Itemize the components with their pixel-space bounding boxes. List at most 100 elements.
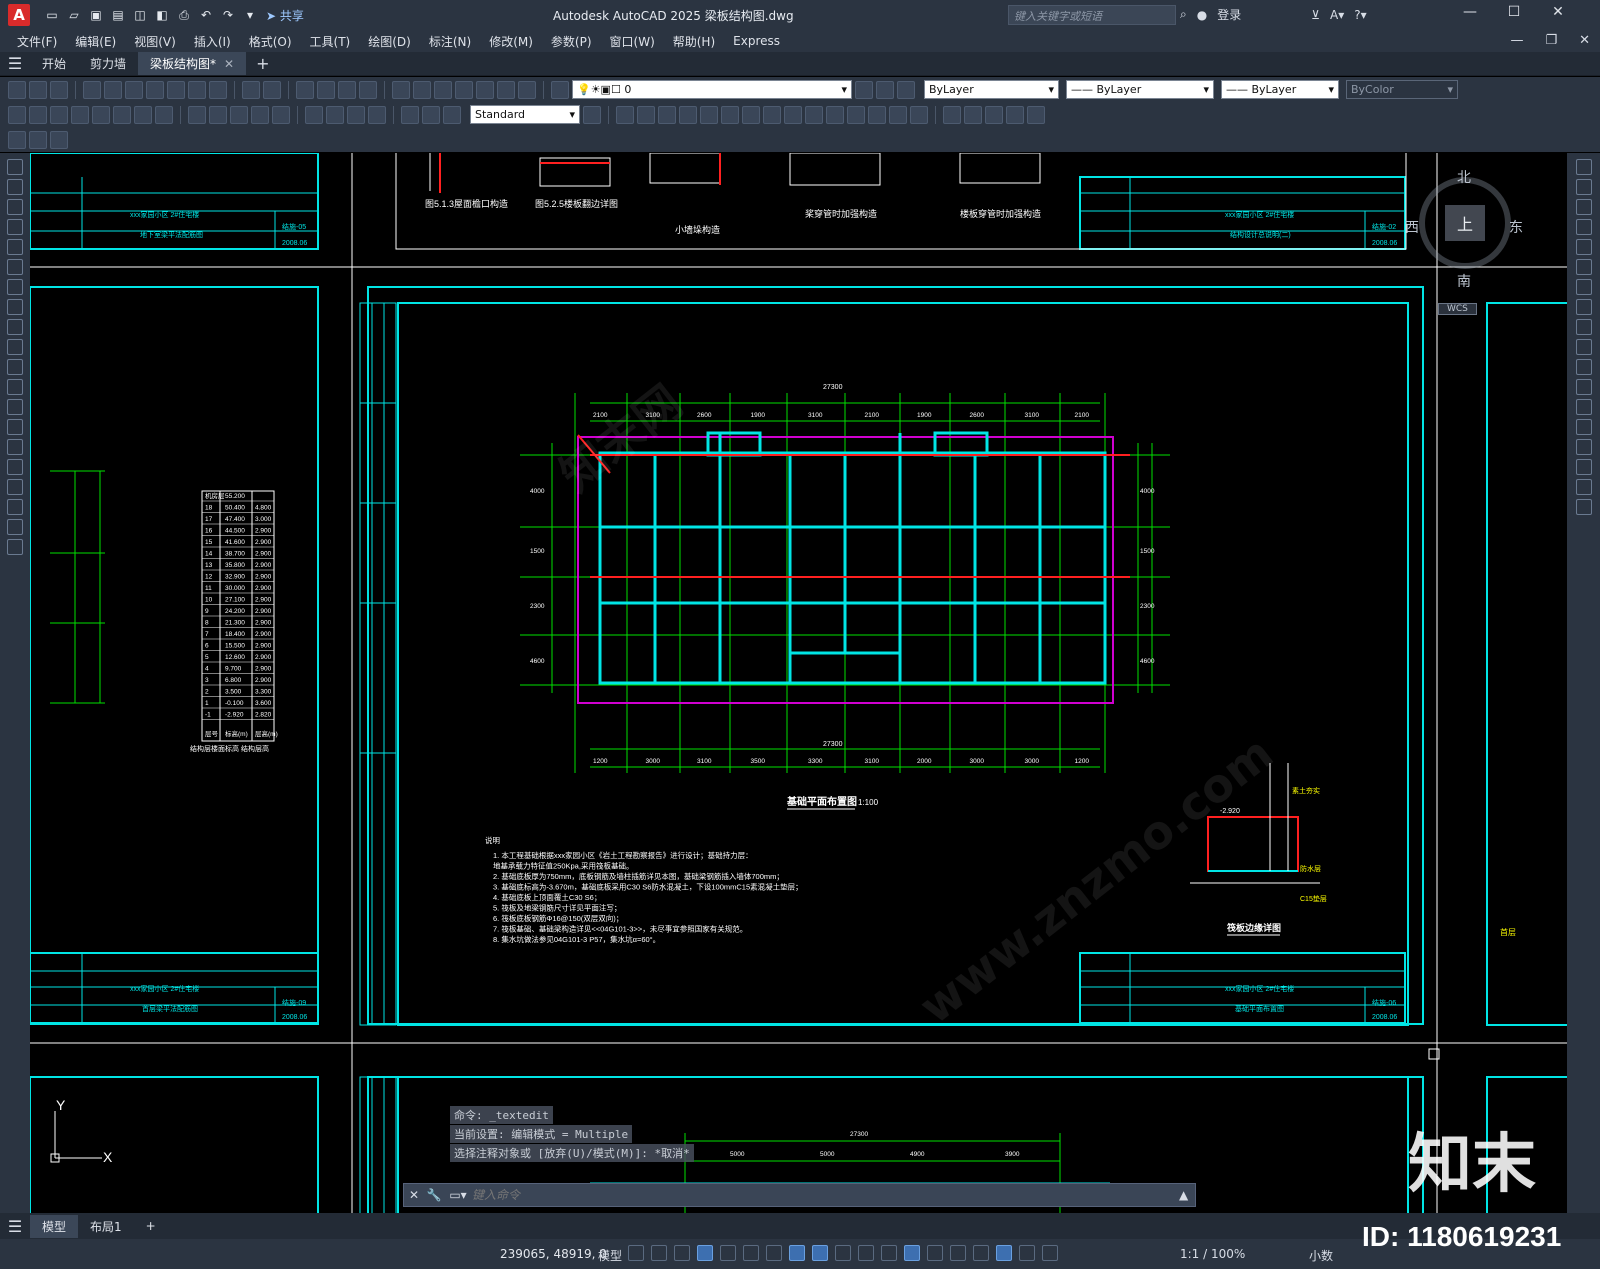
stretch-icon[interactable] xyxy=(763,105,781,124)
zoom-window-icon[interactable] xyxy=(338,80,356,99)
viewcube-top-face[interactable]: 上 xyxy=(1445,205,1485,241)
dimension-break-icon[interactable] xyxy=(272,105,290,124)
markup-icon[interactable] xyxy=(476,80,494,99)
menu-view[interactable]: 视图(V) xyxy=(125,33,185,50)
zoom-previous-icon[interactable] xyxy=(359,80,377,99)
join-icon[interactable] xyxy=(847,105,865,124)
diameter-icon[interactable] xyxy=(134,105,152,124)
autodesk-app-icon[interactable]: A▾ xyxy=(1330,8,1344,22)
copy-object-icon[interactable] xyxy=(1575,179,1592,195)
auto-scale-icon[interactable] xyxy=(1019,1245,1035,1261)
dimension-style-dropdown[interactable]: Standard ▾ xyxy=(470,105,580,124)
cursor-coordinates[interactable]: 239065, 48919, 0 xyxy=(500,1247,607,1261)
scale-icon[interactable] xyxy=(742,105,760,124)
fillet-object-icon[interactable] xyxy=(1575,459,1592,475)
dynamic-ucs-icon[interactable] xyxy=(927,1245,943,1261)
zoom-realtime-icon[interactable] xyxy=(317,80,335,99)
close-icon[interactable]: ✕ xyxy=(1536,4,1580,20)
color-dropdown[interactable]: ByLayer ▾ xyxy=(924,80,1059,99)
plot-tool-icon[interactable] xyxy=(83,80,101,99)
compass-south[interactable]: 南 xyxy=(1457,271,1471,291)
tool-palettes-icon[interactable] xyxy=(434,80,452,99)
array-object-icon[interactable] xyxy=(1575,239,1592,255)
model-space-button[interactable]: 模型 xyxy=(598,1247,622,1264)
region-icon[interactable] xyxy=(7,479,23,495)
transparency-icon[interactable] xyxy=(858,1245,874,1261)
compass-west[interactable]: 西 xyxy=(1405,217,1419,237)
circle-icon[interactable] xyxy=(7,279,23,295)
dimension-space-icon[interactable] xyxy=(251,105,269,124)
menu-help[interactable]: 帮助(H) xyxy=(664,33,724,50)
center-mark-icon[interactable] xyxy=(326,105,344,124)
pan-icon[interactable] xyxy=(296,80,314,99)
linear-dimension-icon[interactable] xyxy=(8,105,26,124)
doc-restore-icon[interactable]: ❐ xyxy=(1545,33,1557,48)
infer-icon[interactable] xyxy=(674,1245,690,1261)
layer-state-icon[interactable] xyxy=(897,80,915,99)
ortho-icon[interactable] xyxy=(720,1245,736,1261)
draworder-below-icon[interactable] xyxy=(1006,105,1024,124)
explode-icon[interactable] xyxy=(910,105,928,124)
aligned-dimension-icon[interactable] xyxy=(29,105,47,124)
chamfer-object-icon[interactable] xyxy=(1575,439,1592,455)
offset-icon[interactable] xyxy=(658,105,676,124)
drawing-canvas[interactable]: 图5.1.3屋面檐口构造 图5.2.5楼板翻边详图 小墙垛构造 桨穿管时加强构造… xyxy=(30,153,1567,1213)
grid-icon[interactable] xyxy=(628,1245,644,1261)
doc-close-icon[interactable]: ✕ xyxy=(1579,33,1590,48)
trim-icon[interactable] xyxy=(784,105,802,124)
design-center-icon[interactable] xyxy=(413,80,431,99)
save-block-icon[interactable] xyxy=(29,130,47,149)
lineweight-icon[interactable] xyxy=(835,1245,851,1261)
draworder-front-icon[interactable] xyxy=(943,105,961,124)
blend-curves-icon[interactable] xyxy=(1575,479,1592,495)
menu-edit[interactable]: 编辑(E) xyxy=(66,33,125,50)
redo-tool-icon[interactable] xyxy=(263,80,281,99)
compass-north[interactable]: 北 xyxy=(1457,167,1471,187)
mirror-object-icon[interactable] xyxy=(1575,199,1592,215)
save-icon[interactable]: ▣ xyxy=(88,7,104,23)
rotate-object-icon[interactable] xyxy=(1575,279,1592,295)
rectangle-icon[interactable] xyxy=(7,239,23,255)
dimension-text-edit-icon[interactable] xyxy=(422,105,440,124)
insert-block-icon[interactable] xyxy=(7,379,23,395)
open-file-icon[interactable]: ▱ xyxy=(66,7,82,23)
gradient-icon[interactable] xyxy=(7,459,23,475)
menu-insert[interactable]: 插入(I) xyxy=(185,33,240,50)
new-tab-icon[interactable]: + xyxy=(256,54,269,73)
fillet-icon[interactable] xyxy=(889,105,907,124)
cart-icon[interactable]: ⊻ xyxy=(1311,8,1320,22)
compass-east[interactable]: 东 xyxy=(1509,217,1523,237)
undo-icon[interactable]: ↶ xyxy=(198,7,214,23)
arc-icon[interactable] xyxy=(7,259,23,275)
close-block-icon[interactable] xyxy=(50,130,68,149)
redo-icon[interactable]: ↷ xyxy=(220,7,236,23)
new-file-icon[interactable]: ▭ xyxy=(44,7,60,23)
revision-cloud-icon[interactable] xyxy=(7,299,23,315)
stretch-object-icon[interactable] xyxy=(1575,319,1592,335)
ordinate-icon[interactable] xyxy=(71,105,89,124)
scale-object-icon[interactable] xyxy=(1575,299,1592,315)
inspection-icon[interactable] xyxy=(347,105,365,124)
qnew-icon[interactable] xyxy=(8,80,26,99)
tab-beam-slab[interactable]: 梁板结构图* ✕ xyxy=(138,52,247,75)
plotstyle-dropdown[interactable]: ByColor ▾ xyxy=(1346,80,1458,99)
break-icon[interactable] xyxy=(826,105,844,124)
command-scroll-icon[interactable]: ▲ xyxy=(1179,1188,1195,1202)
dimension-update-icon[interactable] xyxy=(443,105,461,124)
command-input[interactable] xyxy=(472,1185,1179,1205)
polyline-icon[interactable] xyxy=(7,199,23,215)
table-icon[interactable] xyxy=(7,499,23,515)
share-button[interactable]: ➤ 共享 xyxy=(266,7,304,24)
spline-icon[interactable] xyxy=(7,319,23,335)
erase-icon[interactable] xyxy=(1575,159,1592,175)
calculator-icon[interactable] xyxy=(497,80,515,99)
rotate-icon[interactable] xyxy=(721,105,739,124)
arc-length-icon[interactable] xyxy=(50,105,68,124)
selection-cycling-icon[interactable] xyxy=(881,1245,897,1261)
chamfer-icon[interactable] xyxy=(868,105,886,124)
recent-commands-icon[interactable]: ▭▾ xyxy=(444,1188,472,1202)
web-save-icon[interactable]: ◧ xyxy=(154,7,170,23)
sheet-set-icon[interactable] xyxy=(455,80,473,99)
layer-previous-icon[interactable] xyxy=(876,80,894,99)
trim-object-icon[interactable] xyxy=(1575,339,1592,355)
